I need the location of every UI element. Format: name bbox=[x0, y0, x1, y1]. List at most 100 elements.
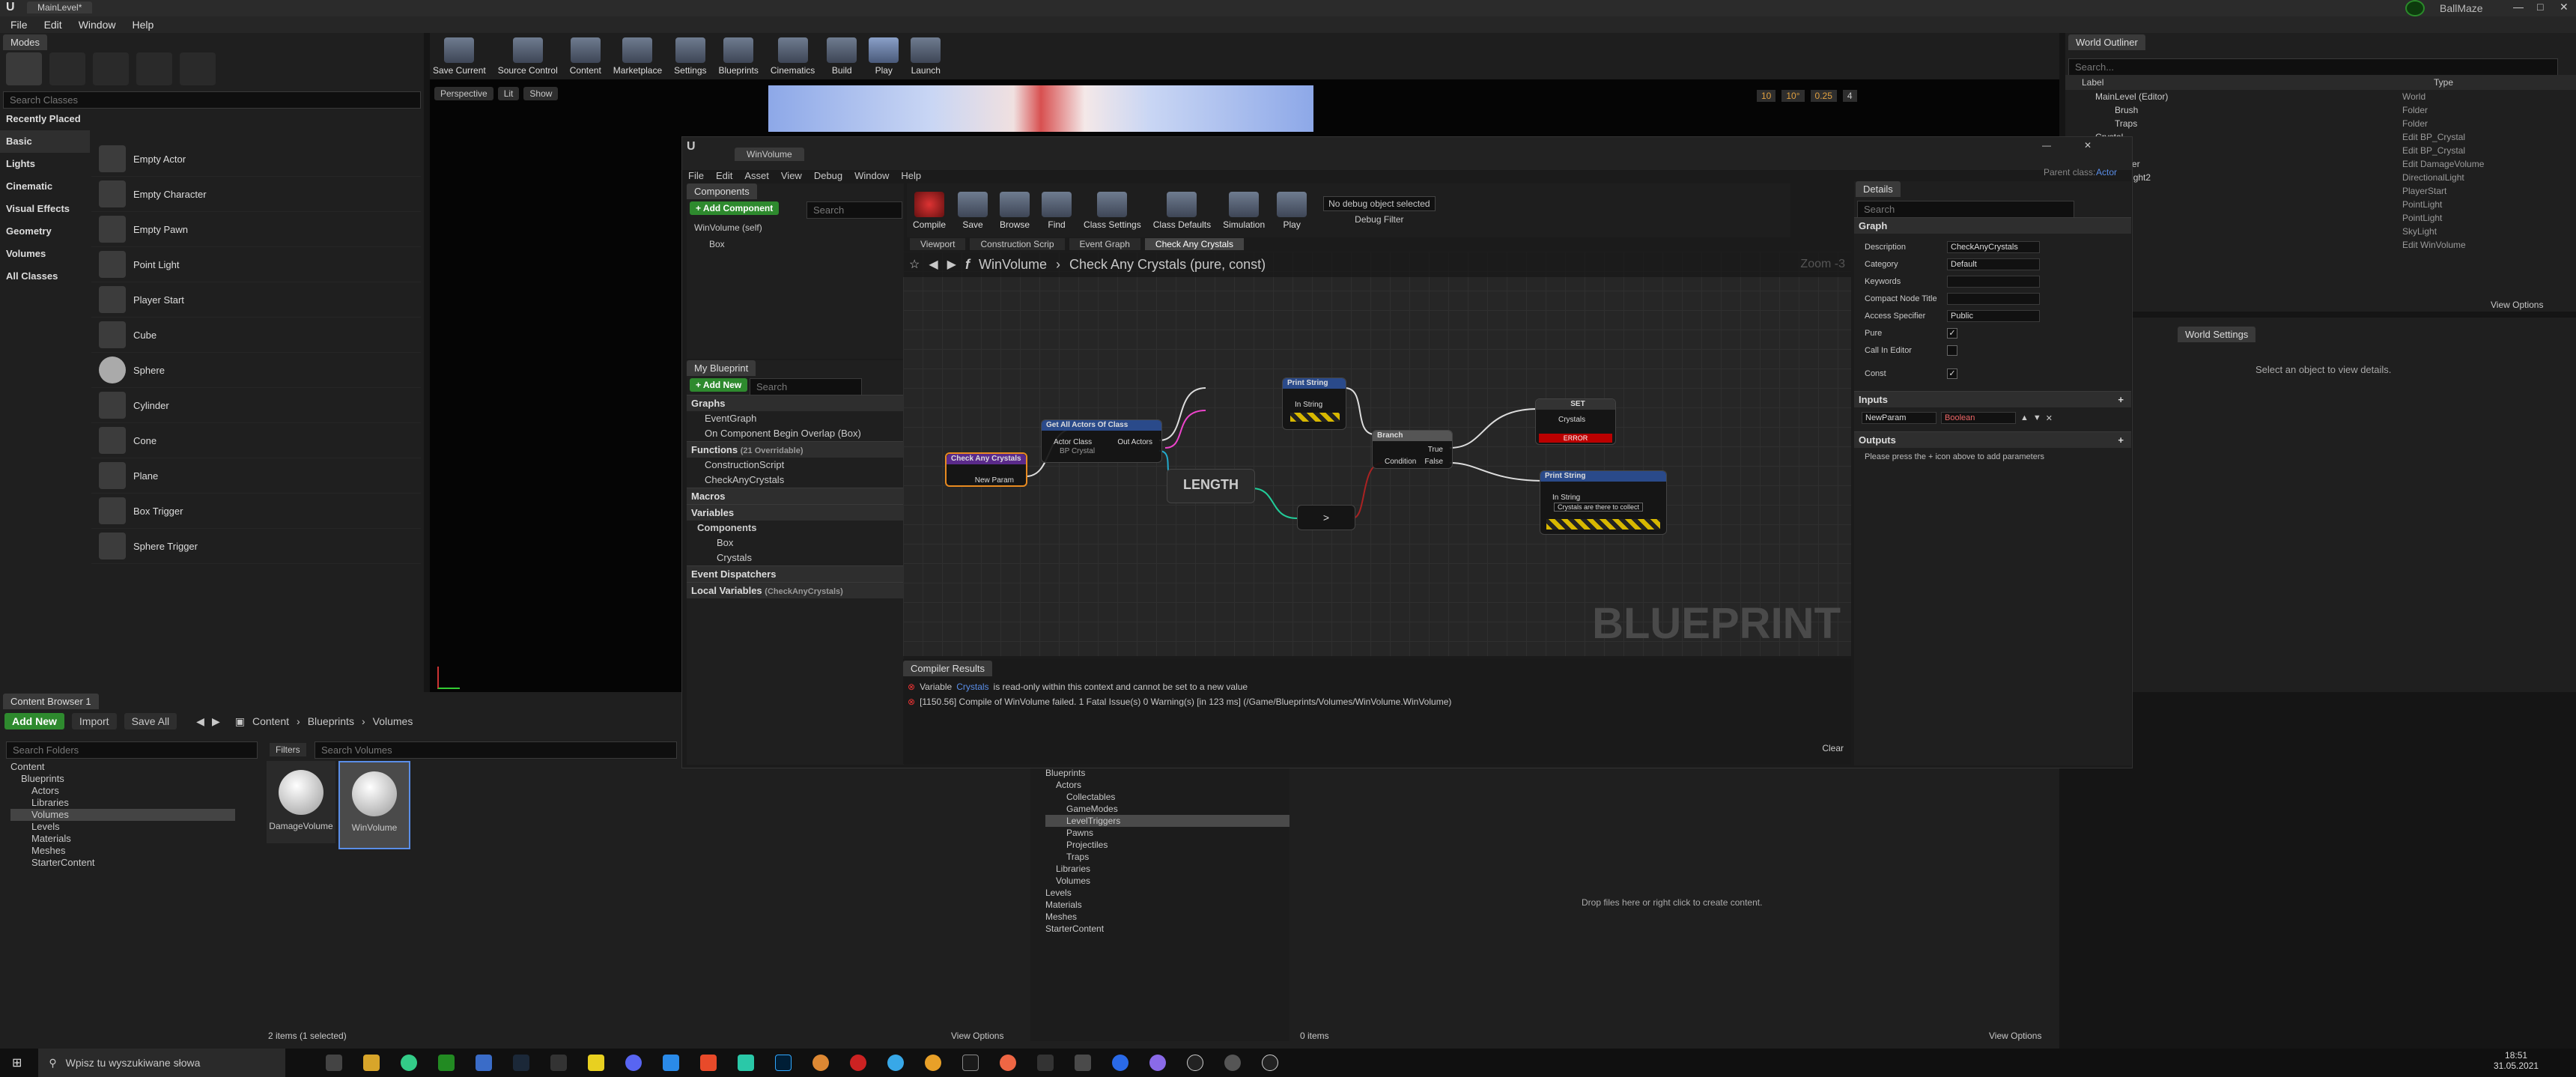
bp-menu-asset[interactable]: Asset bbox=[744, 170, 769, 181]
branch-node[interactable]: Branch Condition True False bbox=[1372, 430, 1453, 469]
nvidia-icon[interactable] bbox=[438, 1055, 455, 1071]
column-label[interactable]: Label bbox=[2065, 77, 2434, 88]
outliner-row[interactable]: ectionalLight2DirectionalLight bbox=[2065, 172, 2576, 186]
access-specifier-select[interactable]: Public bbox=[1947, 309, 2040, 322]
list-item[interactable]: Box Trigger bbox=[91, 494, 421, 529]
search-folders-input[interactable]: Search Folders bbox=[6, 741, 258, 759]
category-basic[interactable]: Basic bbox=[0, 130, 90, 153]
category-select[interactable]: Default bbox=[1947, 258, 2040, 270]
print-string-node-1[interactable]: Print String In String bbox=[1282, 377, 1346, 430]
back-arrow-icon[interactable]: ◀ bbox=[196, 715, 204, 728]
search-volumes-input[interactable]: Search Volumes bbox=[315, 741, 677, 759]
class-settings-button[interactable]: Class Settings bbox=[1084, 191, 1141, 230]
category-geometry[interactable]: Geometry bbox=[0, 220, 90, 243]
geometry-mode-icon[interactable] bbox=[180, 52, 216, 85]
taskbar-clock[interactable]: 18:51 31.05.2021 bbox=[2494, 1050, 2539, 1071]
length-node[interactable]: LENGTH bbox=[1167, 469, 1255, 503]
app-icon[interactable] bbox=[738, 1055, 755, 1071]
bp-menu-debug[interactable]: Debug bbox=[814, 170, 842, 181]
bp-menu-view[interactable]: View bbox=[781, 170, 802, 181]
import-button[interactable]: Import bbox=[71, 713, 117, 729]
menu-help[interactable]: Help bbox=[132, 19, 154, 31]
move-down-icon[interactable]: ▼ bbox=[2033, 413, 2041, 422]
app-icon[interactable] bbox=[700, 1055, 717, 1071]
chrome-icon[interactable] bbox=[401, 1055, 418, 1071]
list-item[interactable]: Empty Actor bbox=[91, 142, 421, 177]
camera-speed-value[interactable]: 4 bbox=[1842, 90, 1857, 102]
taskbar-search[interactable]: ⚲ Wpisz tu wyszukiwane słowa bbox=[38, 1049, 286, 1077]
filters-button[interactable]: Filters bbox=[270, 743, 306, 756]
outliner-view-options[interactable]: View Options bbox=[2491, 300, 2543, 310]
content-browser-tab[interactable]: Content Browser 1 bbox=[3, 694, 99, 709]
set-node[interactable]: SET Crystals ERROR bbox=[1535, 398, 1616, 445]
description-field[interactable]: CheckAnyCrystals bbox=[1947, 240, 2040, 253]
list-item[interactable]: Empty Character bbox=[91, 177, 421, 212]
tree-item[interactable]: Projectiles bbox=[1045, 839, 1289, 851]
menu-edit[interactable]: Edit bbox=[44, 19, 62, 31]
tree-item[interactable]: Materials bbox=[10, 833, 235, 845]
paint-mode-icon[interactable] bbox=[49, 52, 85, 85]
world-settings-tab[interactable]: World Settings bbox=[2178, 327, 2256, 342]
entry-node[interactable]: Check Any Crystals New Param bbox=[945, 452, 1027, 487]
add-new-button[interactable]: Add New bbox=[4, 713, 64, 729]
call-in-editor-checkbox[interactable] bbox=[1947, 345, 1957, 356]
source-control-button[interactable]: Source Control bbox=[498, 37, 558, 76]
asset-win-volume[interactable]: WinVolume bbox=[338, 761, 410, 849]
level-tab[interactable]: MainLevel* bbox=[27, 1, 93, 13]
tree-item[interactable]: Pawns bbox=[1045, 827, 1289, 839]
add-new-bp-button[interactable]: + Add New bbox=[690, 378, 748, 392]
clear-button[interactable]: Clear bbox=[1822, 743, 1844, 753]
tree-item[interactable]: Libraries bbox=[1045, 863, 1289, 875]
task-view-icon[interactable] bbox=[326, 1055, 343, 1071]
components-tab[interactable]: Components bbox=[687, 183, 757, 199]
settings-button[interactable]: Settings bbox=[674, 37, 707, 76]
pure-checkbox[interactable]: ✓ bbox=[1947, 327, 1957, 339]
category-lights[interactable]: Lights bbox=[0, 153, 90, 175]
lit-button[interactable]: Lit bbox=[497, 87, 520, 100]
parent-class-link[interactable]: Actor bbox=[2096, 167, 2117, 178]
debug-object-select[interactable]: No debug object selected bbox=[1323, 196, 1436, 211]
variable-box[interactable]: Box bbox=[687, 536, 904, 550]
breadcrumb-blueprints[interactable]: Blueprints bbox=[308, 715, 354, 727]
my-blueprint-search-input[interactable]: Search bbox=[750, 378, 862, 395]
list-item[interactable]: Sphere bbox=[91, 353, 421, 388]
world-outliner-tab[interactable]: World Outliner bbox=[2068, 34, 2145, 50]
place-mode-icon[interactable] bbox=[6, 52, 42, 85]
list-item[interactable]: Plane bbox=[91, 458, 421, 494]
list-item[interactable]: Cylinder bbox=[91, 388, 421, 423]
tree-item[interactable]: Actors bbox=[1045, 779, 1289, 791]
outliner-row[interactable]: yerStartPlayerStart bbox=[2065, 186, 2576, 199]
list-item[interactable]: Cube bbox=[91, 318, 421, 353]
outliner-row[interactable]: MainLevel (Editor) World bbox=[2065, 91, 2576, 105]
file-explorer-icon[interactable] bbox=[363, 1055, 380, 1071]
tree-item[interactable]: Collectables bbox=[1045, 791, 1289, 803]
component-box[interactable]: Box bbox=[709, 239, 725, 249]
outliner-search-input[interactable]: Search... bbox=[2068, 58, 2558, 76]
unreal-editor-taskbar-icon[interactable] bbox=[1262, 1055, 1279, 1071]
bp-play-button[interactable]: Play bbox=[1277, 191, 1307, 230]
show-button[interactable]: Show bbox=[523, 87, 559, 100]
graphs-header[interactable]: Graphs bbox=[687, 395, 904, 411]
bp-asset-tab[interactable]: WinVolume bbox=[735, 148, 804, 161]
graph-section-header[interactable]: Graph bbox=[1854, 217, 2131, 234]
snap-scale-value[interactable]: 0.25 bbox=[1810, 90, 1837, 102]
view-options-button-2[interactable]: View Options bbox=[1989, 1031, 2041, 1041]
bp-minimize-button[interactable]: — bbox=[2042, 140, 2051, 151]
source-control-icon[interactable] bbox=[2405, 0, 2425, 16]
minimize-button[interactable]: — bbox=[2513, 1, 2524, 13]
list-item[interactable]: Sphere Trigger bbox=[91, 529, 421, 564]
app-icon[interactable] bbox=[663, 1055, 680, 1071]
tree-item[interactable]: StarterContent bbox=[1045, 923, 1289, 935]
param-type-select[interactable]: Boolean bbox=[1941, 412, 2016, 424]
tab-construction-script[interactable]: Construction Scrip bbox=[970, 238, 1065, 250]
list-item[interactable]: Player Start bbox=[91, 282, 421, 318]
tree-item[interactable]: StarterContent bbox=[10, 857, 235, 869]
inputs-section-header[interactable]: Inputs + bbox=[1854, 391, 2131, 407]
app-icon[interactable] bbox=[887, 1055, 905, 1071]
outliner-row[interactable]: Brush Folder bbox=[2065, 105, 2576, 118]
save-all-button[interactable]: Save All bbox=[124, 713, 177, 729]
category-visual-effects[interactable]: Visual Effects bbox=[0, 198, 90, 220]
bp-close-button[interactable]: ✕ bbox=[2084, 140, 2092, 151]
browse-button[interactable]: Browse bbox=[1000, 191, 1030, 230]
forward-arrow-icon[interactable]: ▶ bbox=[212, 715, 220, 728]
